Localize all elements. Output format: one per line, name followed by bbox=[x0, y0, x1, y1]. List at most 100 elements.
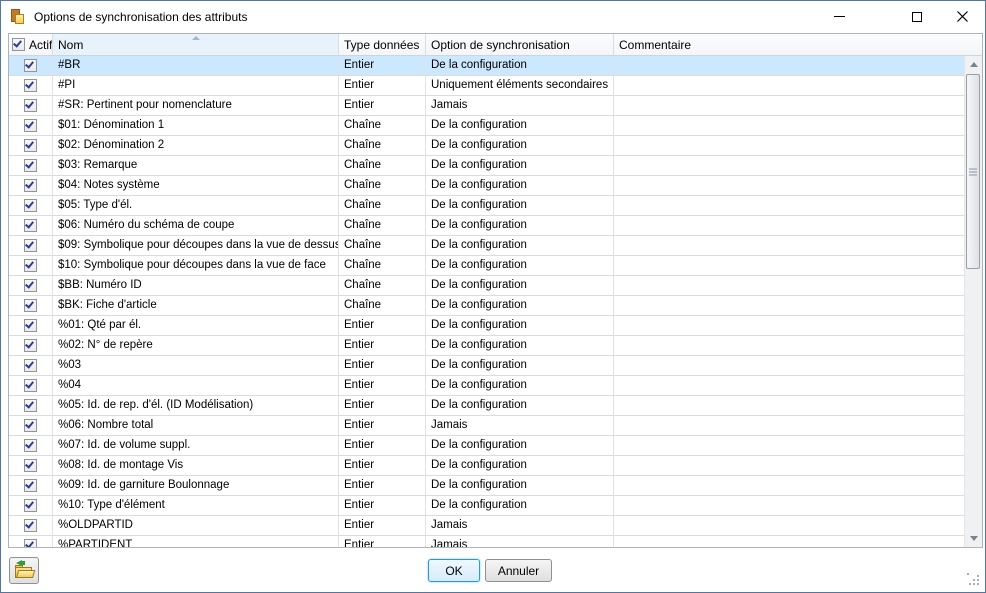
row-checkbox[interactable] bbox=[24, 399, 37, 412]
row-checkbox[interactable] bbox=[24, 119, 37, 132]
row-checkbox[interactable] bbox=[24, 459, 37, 472]
row-checkbox[interactable] bbox=[24, 219, 37, 232]
table-row[interactable]: $BB: Numéro ID Chaîne De la configuratio… bbox=[9, 276, 964, 296]
row-checkbox[interactable] bbox=[24, 519, 37, 532]
table-row[interactable]: $10: Symbolique pour découpes dans la vu… bbox=[9, 256, 964, 276]
table-row[interactable]: $01: Dénomination 1 Chaîne De la configu… bbox=[9, 116, 964, 136]
table-row[interactable]: $05: Type d'él. Chaîne De la configurati… bbox=[9, 196, 964, 216]
check-mark bbox=[25, 219, 34, 228]
check-mark bbox=[25, 299, 34, 308]
row-checkbox[interactable] bbox=[24, 319, 37, 332]
sync-option-cell: De la configuration bbox=[426, 176, 614, 195]
comment-cell bbox=[614, 396, 964, 415]
header-option-sync[interactable]: Option de synchronisation bbox=[426, 34, 614, 55]
comment-cell bbox=[614, 76, 964, 95]
row-checkbox[interactable] bbox=[24, 159, 37, 172]
check-mark bbox=[25, 239, 34, 248]
actif-cell bbox=[9, 456, 53, 475]
load-from-file-button[interactable] bbox=[9, 557, 39, 584]
header-nom[interactable]: Nom bbox=[53, 34, 339, 55]
attribute-name-cell: %09: Id. de garniture Boulonnage bbox=[53, 476, 339, 495]
row-checkbox[interactable] bbox=[24, 179, 37, 192]
table-row[interactable]: %10: Type d'élément Entier De la configu… bbox=[9, 496, 964, 516]
table-row[interactable]: %01: Qté par él. Entier De la configurat… bbox=[9, 316, 964, 336]
vertical-scrollbar[interactable] bbox=[964, 56, 982, 547]
resize-grip[interactable] bbox=[967, 573, 980, 586]
row-checkbox[interactable] bbox=[24, 279, 37, 292]
row-checkbox[interactable] bbox=[24, 259, 37, 272]
table-row[interactable]: %02: N° de repère Entier De la configura… bbox=[9, 336, 964, 356]
scroll-up-button[interactable] bbox=[965, 56, 983, 73]
header-actif[interactable]: Actif bbox=[9, 34, 53, 55]
table-row[interactable]: %PARTIDENT Entier Jamais bbox=[9, 536, 964, 547]
table-row[interactable]: %06: Nombre total Entier Jamais bbox=[9, 416, 964, 436]
row-checkbox[interactable] bbox=[24, 339, 37, 352]
table-row[interactable]: $02: Dénomination 2 Chaîne De la configu… bbox=[9, 136, 964, 156]
attribute-name-cell: %03 bbox=[53, 356, 339, 375]
select-all-checkbox[interactable] bbox=[12, 38, 25, 51]
row-checkbox[interactable] bbox=[24, 499, 37, 512]
row-checkbox[interactable] bbox=[24, 79, 37, 92]
actif-cell bbox=[9, 376, 53, 395]
actif-cell bbox=[9, 416, 53, 435]
row-checkbox[interactable] bbox=[24, 239, 37, 252]
table-row[interactable]: $03: Remarque Chaîne De la configuration bbox=[9, 156, 964, 176]
close-button[interactable] bbox=[939, 1, 985, 32]
cancel-button[interactable]: Annuler bbox=[485, 559, 552, 582]
header-commentaire[interactable]: Commentaire bbox=[614, 34, 982, 55]
table-row[interactable]: #PI Entier Uniquement éléments secondair… bbox=[9, 76, 964, 96]
header-type-donnees[interactable]: Type données bbox=[339, 34, 426, 55]
header-type-label: Type données bbox=[344, 38, 419, 52]
row-checkbox[interactable] bbox=[24, 479, 37, 492]
row-checkbox[interactable] bbox=[24, 439, 37, 452]
table-row[interactable]: #BR Entier De la configuration bbox=[9, 56, 964, 76]
table-row[interactable]: $06: Numéro du schéma de coupe Chaîne De… bbox=[9, 216, 964, 236]
attributes-table: Actif Nom Type données Option de synchro… bbox=[8, 33, 983, 548]
attribute-name-cell: $05: Type d'él. bbox=[53, 196, 339, 215]
table-header: Actif Nom Type données Option de synchro… bbox=[9, 34, 982, 56]
data-type-cell: Chaîne bbox=[339, 196, 426, 215]
row-checkbox[interactable] bbox=[24, 419, 37, 432]
check-mark bbox=[13, 38, 22, 47]
check-mark bbox=[25, 199, 34, 208]
scrollbar-thumb[interactable] bbox=[966, 74, 980, 269]
row-checkbox[interactable] bbox=[24, 99, 37, 112]
row-checkbox[interactable] bbox=[24, 139, 37, 152]
table-row[interactable]: %04 Entier De la configuration bbox=[9, 376, 964, 396]
data-type-cell: Chaîne bbox=[339, 156, 426, 175]
check-mark bbox=[25, 139, 34, 148]
table-row[interactable]: %03 Entier De la configuration bbox=[9, 356, 964, 376]
maximize-button[interactable] bbox=[894, 1, 940, 32]
table-row[interactable]: $09: Symbolique pour découpes dans la vu… bbox=[9, 236, 964, 256]
attribute-name-cell: #SR: Pertinent pour nomenclature bbox=[53, 96, 339, 115]
row-checkbox[interactable] bbox=[24, 359, 37, 372]
data-type-cell: Entier bbox=[339, 76, 426, 95]
row-checkbox[interactable] bbox=[24, 299, 37, 312]
row-checkbox[interactable] bbox=[24, 379, 37, 392]
sync-option-cell: De la configuration bbox=[426, 396, 614, 415]
table-row[interactable]: %05: Id. de rep. d'él. (ID Modélisation)… bbox=[9, 396, 964, 416]
attribute-name-cell: $BK: Fiche d'article bbox=[53, 296, 339, 315]
data-type-cell: Entier bbox=[339, 476, 426, 495]
table-row[interactable]: #SR: Pertinent pour nomenclature Entier … bbox=[9, 96, 964, 116]
table-row[interactable]: %OLDPARTID Entier Jamais bbox=[9, 516, 964, 536]
table-row[interactable]: $04: Notes système Chaîne De la configur… bbox=[9, 176, 964, 196]
sync-option-cell: De la configuration bbox=[426, 336, 614, 355]
row-checkbox[interactable] bbox=[24, 539, 37, 547]
table-row[interactable]: %08: Id. de montage Vis Entier De la con… bbox=[9, 456, 964, 476]
row-checkbox[interactable] bbox=[24, 59, 37, 72]
check-mark bbox=[25, 499, 34, 508]
sync-option-cell: Jamais bbox=[426, 516, 614, 535]
attribute-name-cell: %07: Id. de volume suppl. bbox=[53, 436, 339, 455]
minimize-button[interactable] bbox=[816, 1, 862, 32]
data-type-cell: Chaîne bbox=[339, 176, 426, 195]
scroll-down-button[interactable] bbox=[965, 530, 983, 547]
comment-cell bbox=[614, 516, 964, 535]
table-row[interactable]: %07: Id. de volume suppl. Entier De la c… bbox=[9, 436, 964, 456]
sort-ascending-icon bbox=[192, 36, 200, 40]
table-row[interactable]: %09: Id. de garniture Boulonnage Entier … bbox=[9, 476, 964, 496]
check-mark bbox=[25, 119, 34, 128]
ok-button[interactable]: OK bbox=[428, 559, 480, 582]
table-row[interactable]: $BK: Fiche d'article Chaîne De la config… bbox=[9, 296, 964, 316]
row-checkbox[interactable] bbox=[24, 199, 37, 212]
